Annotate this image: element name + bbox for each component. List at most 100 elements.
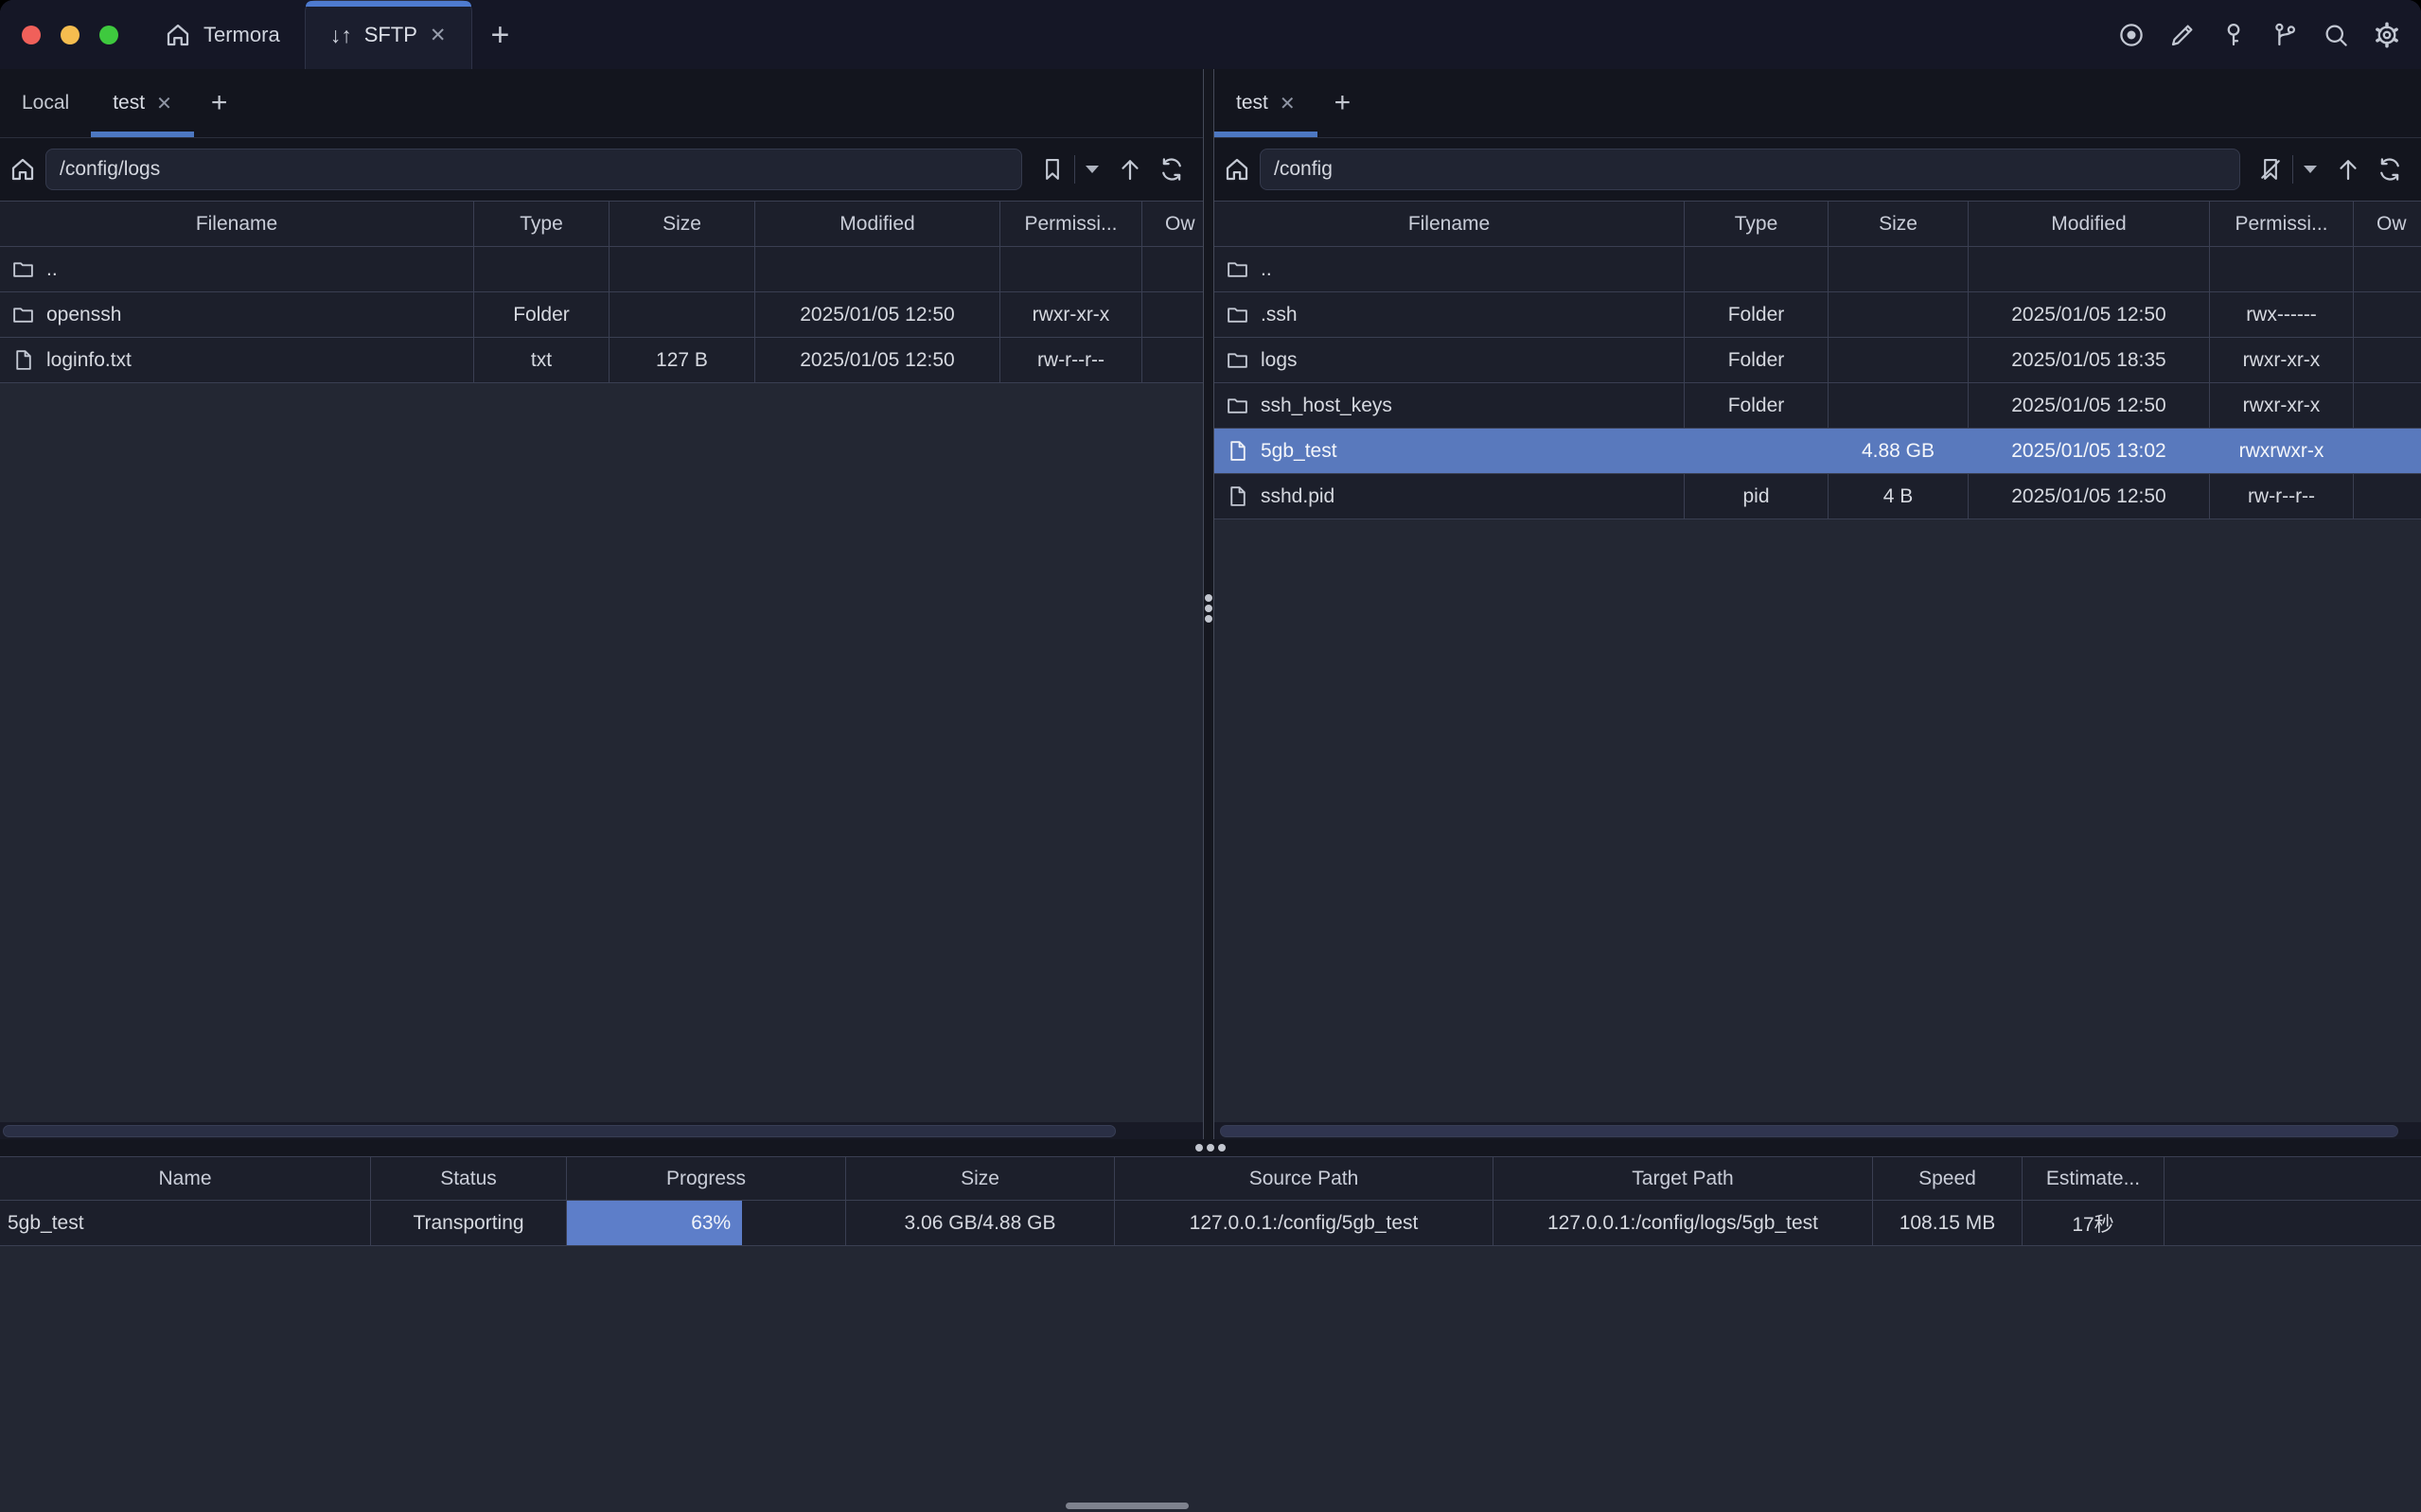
bookmark-icon[interactable] [1039, 156, 1066, 183]
col-source-path[interactable]: Source Path [1115, 1157, 1493, 1200]
parent-directory-icon[interactable] [2334, 155, 2362, 184]
col-status[interactable]: Status [371, 1157, 567, 1200]
col-modified[interactable]: Modified [1969, 202, 2210, 246]
file-icon [1226, 439, 1249, 463]
add-pane-tab-button[interactable]: + [1317, 69, 1369, 137]
col-permissions[interactable]: Permissi... [1000, 202, 1142, 246]
scrollbar-thumb[interactable] [1220, 1125, 2398, 1137]
right-pane-empty-area[interactable] [1214, 519, 2421, 1122]
divider [2292, 155, 2293, 184]
col-type[interactable]: Type [1685, 202, 1829, 246]
home-icon[interactable] [9, 155, 37, 184]
edit-icon [2168, 21, 2197, 49]
progress-bar: 63% [567, 1201, 742, 1245]
sftp-workspace: Local test ✕ + /config/logs [0, 69, 2421, 1139]
col-target-path[interactable]: Target Path [1493, 1157, 1873, 1200]
scrollbar-thumb[interactable] [3, 1125, 1116, 1137]
keychain-button[interactable] [2270, 20, 2300, 50]
bookmark-off-icon[interactable] [2257, 156, 2284, 183]
tab-close-icon[interactable]: ✕ [156, 92, 172, 115]
bookmark-dropdown-caret[interactable] [1086, 166, 1099, 173]
minimize-window-button[interactable] [61, 26, 80, 44]
file-row[interactable]: logs Folder 2025/01/05 18:35 rwxr-xr-x [1214, 338, 2421, 383]
col-modified[interactable]: Modified [755, 202, 1000, 246]
tab-sftp[interactable]: ↓↑ SFTP ✕ [305, 0, 472, 69]
file-row[interactable]: .. [0, 247, 1203, 292]
path-value: /config [1274, 158, 1333, 181]
folder-icon [1226, 394, 1249, 417]
key-button[interactable] [2218, 20, 2249, 50]
termora-window: Termora ↓↑ SFTP ✕ + [0, 0, 2421, 1512]
edit-button[interactable] [2167, 20, 2198, 50]
home-icon [164, 21, 192, 49]
file-icon [1226, 484, 1249, 508]
sftp-tab-close-icon[interactable]: ✕ [430, 24, 447, 47]
folder-icon [1226, 303, 1249, 326]
right-path-actions [2240, 155, 2421, 184]
settings-button[interactable] [2372, 20, 2402, 50]
file-row-selected[interactable]: 5gb_test 4.88 GB 2025/01/05 13:02 rwxrwx… [1214, 429, 2421, 474]
refresh-icon[interactable] [1157, 155, 1186, 184]
file-row[interactable]: .ssh Folder 2025/01/05 12:50 rwx------ [1214, 292, 2421, 338]
left-file-table: Filename Type Size Modified Permissi... … [0, 201, 1203, 383]
file-table-header: Filename Type Size Modified Permissi... … [0, 202, 1203, 247]
left-horizontal-scrollbar[interactable] [0, 1122, 1203, 1139]
divider [1074, 155, 1075, 184]
new-tab-button[interactable]: + [472, 19, 529, 51]
transfer-table-header: Name Status Progress Size Source Path Ta… [0, 1156, 2421, 1201]
col-owner[interactable]: Ow [2354, 202, 2421, 246]
tab-local[interactable]: Local [0, 69, 91, 137]
file-row[interactable]: loginfo.txt txt 127 B 2025/01/05 12:50 r… [0, 338, 1203, 383]
col-progress[interactable]: Progress [567, 1157, 846, 1200]
transfer-panel-splitter[interactable] [0, 1139, 2421, 1156]
left-path-bar: /config/logs [0, 138, 1203, 201]
col-speed[interactable]: Speed [1873, 1157, 2023, 1200]
titlebar-toolbar [2116, 20, 2421, 50]
bookmark-dropdown-caret[interactable] [2304, 166, 2317, 173]
file-row[interactable]: openssh Folder 2025/01/05 12:50 rwxr-xr-… [0, 292, 1203, 338]
left-pane-empty-area[interactable] [0, 383, 1203, 1122]
tab-close-icon[interactable]: ✕ [1280, 92, 1296, 115]
transfer-row[interactable]: 5gb_test Transporting 63% 3.06 GB/4.88 G… [0, 1201, 2421, 1246]
record-icon [2117, 21, 2146, 49]
col-owner[interactable]: Ow [1142, 202, 1203, 246]
add-pane-tab-button[interactable]: + [194, 69, 245, 137]
col-filename[interactable]: Filename [1214, 202, 1685, 246]
col-filename[interactable]: Filename [0, 202, 474, 246]
sftp-tab-label: SFTP [364, 23, 417, 47]
pane-divider[interactable] [1203, 69, 1214, 1139]
close-window-button[interactable] [22, 26, 41, 44]
right-path-bar: /config [1214, 138, 2421, 201]
file-table-header: Filename Type Size Modified Permissi... … [1214, 202, 2421, 247]
path-input[interactable]: /config/logs [45, 149, 1022, 190]
col-size[interactable]: Size [1829, 202, 1969, 246]
file-row[interactable]: .. [1214, 247, 2421, 292]
col-permissions[interactable]: Permissi... [2210, 202, 2354, 246]
zoom-window-button[interactable] [99, 26, 118, 44]
path-value: /config/logs [60, 158, 160, 181]
app-tab-termora[interactable]: Termora [139, 0, 305, 69]
file-row[interactable]: ssh_host_keys Folder 2025/01/05 12:50 rw… [1214, 383, 2421, 429]
path-input[interactable]: /config [1260, 149, 2240, 190]
record-button[interactable] [2116, 20, 2147, 50]
right-horizontal-scrollbar[interactable] [1214, 1122, 2421, 1139]
col-name[interactable]: Name [0, 1157, 371, 1200]
col-size[interactable]: Size [610, 202, 755, 246]
col-size[interactable]: Size [846, 1157, 1115, 1200]
file-row[interactable]: sshd.pid pid 4 B 2025/01/05 12:50 rw-r--… [1214, 474, 2421, 519]
refresh-icon[interactable] [2376, 155, 2404, 184]
col-estimate[interactable]: Estimate... [2023, 1157, 2165, 1200]
search-button[interactable] [2321, 20, 2351, 50]
right-pane-tab-bar: test ✕ + [1214, 69, 2421, 138]
keychain-icon [2271, 21, 2299, 49]
folder-icon [11, 303, 35, 326]
bottom-scrollbar-thumb[interactable] [1066, 1503, 1189, 1509]
tab-test-left[interactable]: test ✕ [91, 69, 194, 137]
tab-test-right[interactable]: test ✕ [1214, 69, 1317, 137]
app-tab-label: Termora [203, 23, 280, 47]
key-icon [2219, 21, 2248, 49]
left-path-actions [1022, 155, 1203, 184]
parent-directory-icon[interactable] [1116, 155, 1144, 184]
home-icon[interactable] [1223, 155, 1251, 184]
col-type[interactable]: Type [474, 202, 610, 246]
